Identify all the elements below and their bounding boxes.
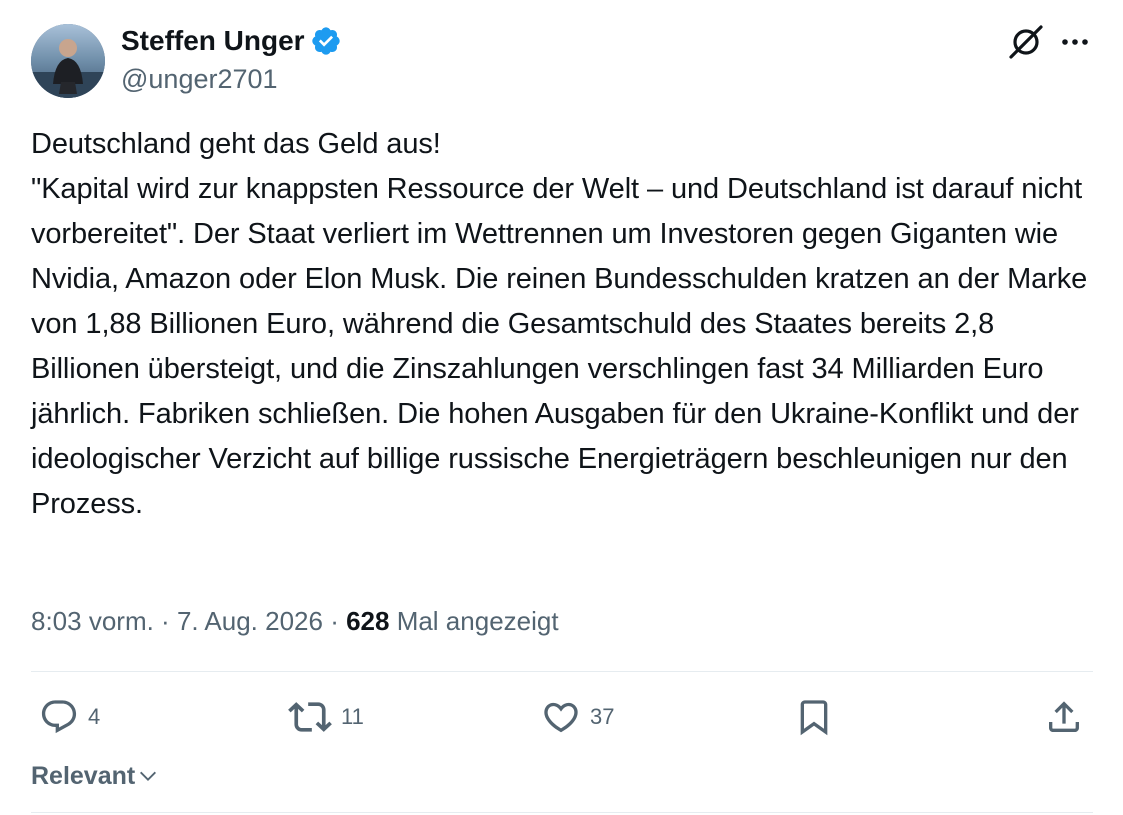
reply-icon — [41, 700, 77, 734]
views-label: Mal angezeigt — [389, 606, 559, 636]
chevron-down-icon — [140, 771, 157, 781]
bookmark-icon — [800, 700, 828, 736]
meta-separator: · — [153, 606, 177, 636]
tweet-meta: 8:03 vorm. · 7. Aug. 2026 · 628 Mal ange… — [31, 603, 559, 639]
heart-icon — [544, 702, 578, 733]
reply-button[interactable]: 4 — [39, 697, 100, 737]
repost-count: 11 — [341, 704, 364, 729]
share-button[interactable] — [1044, 697, 1084, 737]
sort-dropdown[interactable]: Relevant — [31, 758, 159, 794]
avatar[interactable] — [31, 24, 105, 98]
like-count: 37 — [590, 704, 615, 729]
tweet-text: Deutschland geht das Geld aus! "Kapital … — [31, 128, 1088, 520]
avatar-image — [31, 24, 105, 98]
author-name[interactable]: Steffen Unger — [121, 23, 342, 59]
grok-icon[interactable] — [1007, 23, 1045, 61]
divider — [31, 671, 1093, 672]
views-count: 628 — [346, 606, 390, 636]
author-name-text: Steffen Unger — [121, 25, 305, 56]
divider — [31, 812, 1093, 813]
repost-icon — [288, 702, 332, 732]
meta-separator: · — [322, 606, 347, 636]
author-handle[interactable]: @unger2701 — [121, 62, 278, 96]
like-button[interactable]: 37 — [541, 697, 614, 737]
sort-label: Relevant — [31, 762, 136, 790]
tweet-time[interactable]: 8:03 vorm. — [31, 606, 154, 636]
more-icon[interactable] — [1058, 25, 1092, 59]
bookmark-button[interactable] — [794, 697, 834, 737]
tweet: Steffen Unger @unger2701 Deutschland geh… — [0, 0, 1123, 815]
repost-button[interactable]: 11 — [288, 697, 364, 737]
tweet-date[interactable]: 7. Aug. 2026 — [177, 606, 323, 636]
verified-badge-icon — [310, 25, 342, 57]
reply-count: 4 — [88, 704, 101, 729]
share-icon — [1049, 701, 1079, 732]
